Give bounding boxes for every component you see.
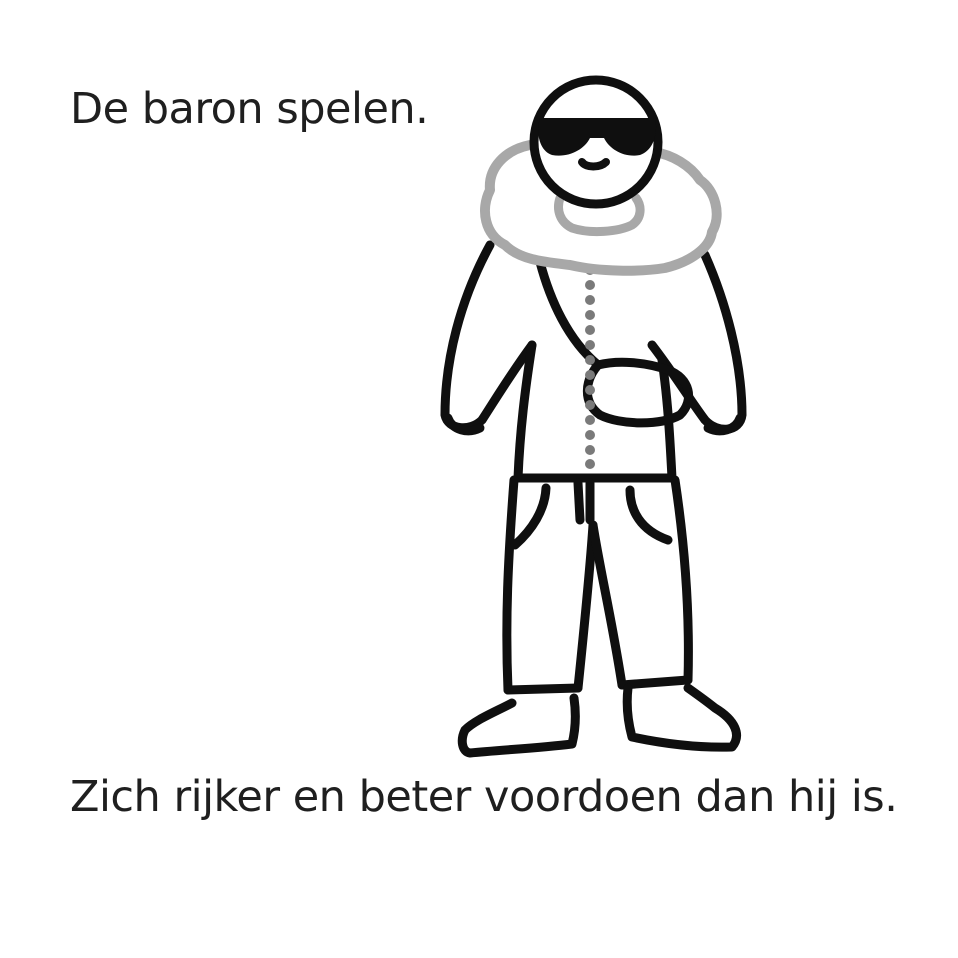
idiom-card: De baron spelen. Zich rijker en beter vo…: [0, 0, 958, 958]
idiom-phrase: De baron spelen.: [70, 84, 429, 134]
baron-figure-icon: [420, 60, 760, 770]
idiom-meaning: Zich rijker en beter voordoen dan hij is…: [70, 772, 898, 822]
